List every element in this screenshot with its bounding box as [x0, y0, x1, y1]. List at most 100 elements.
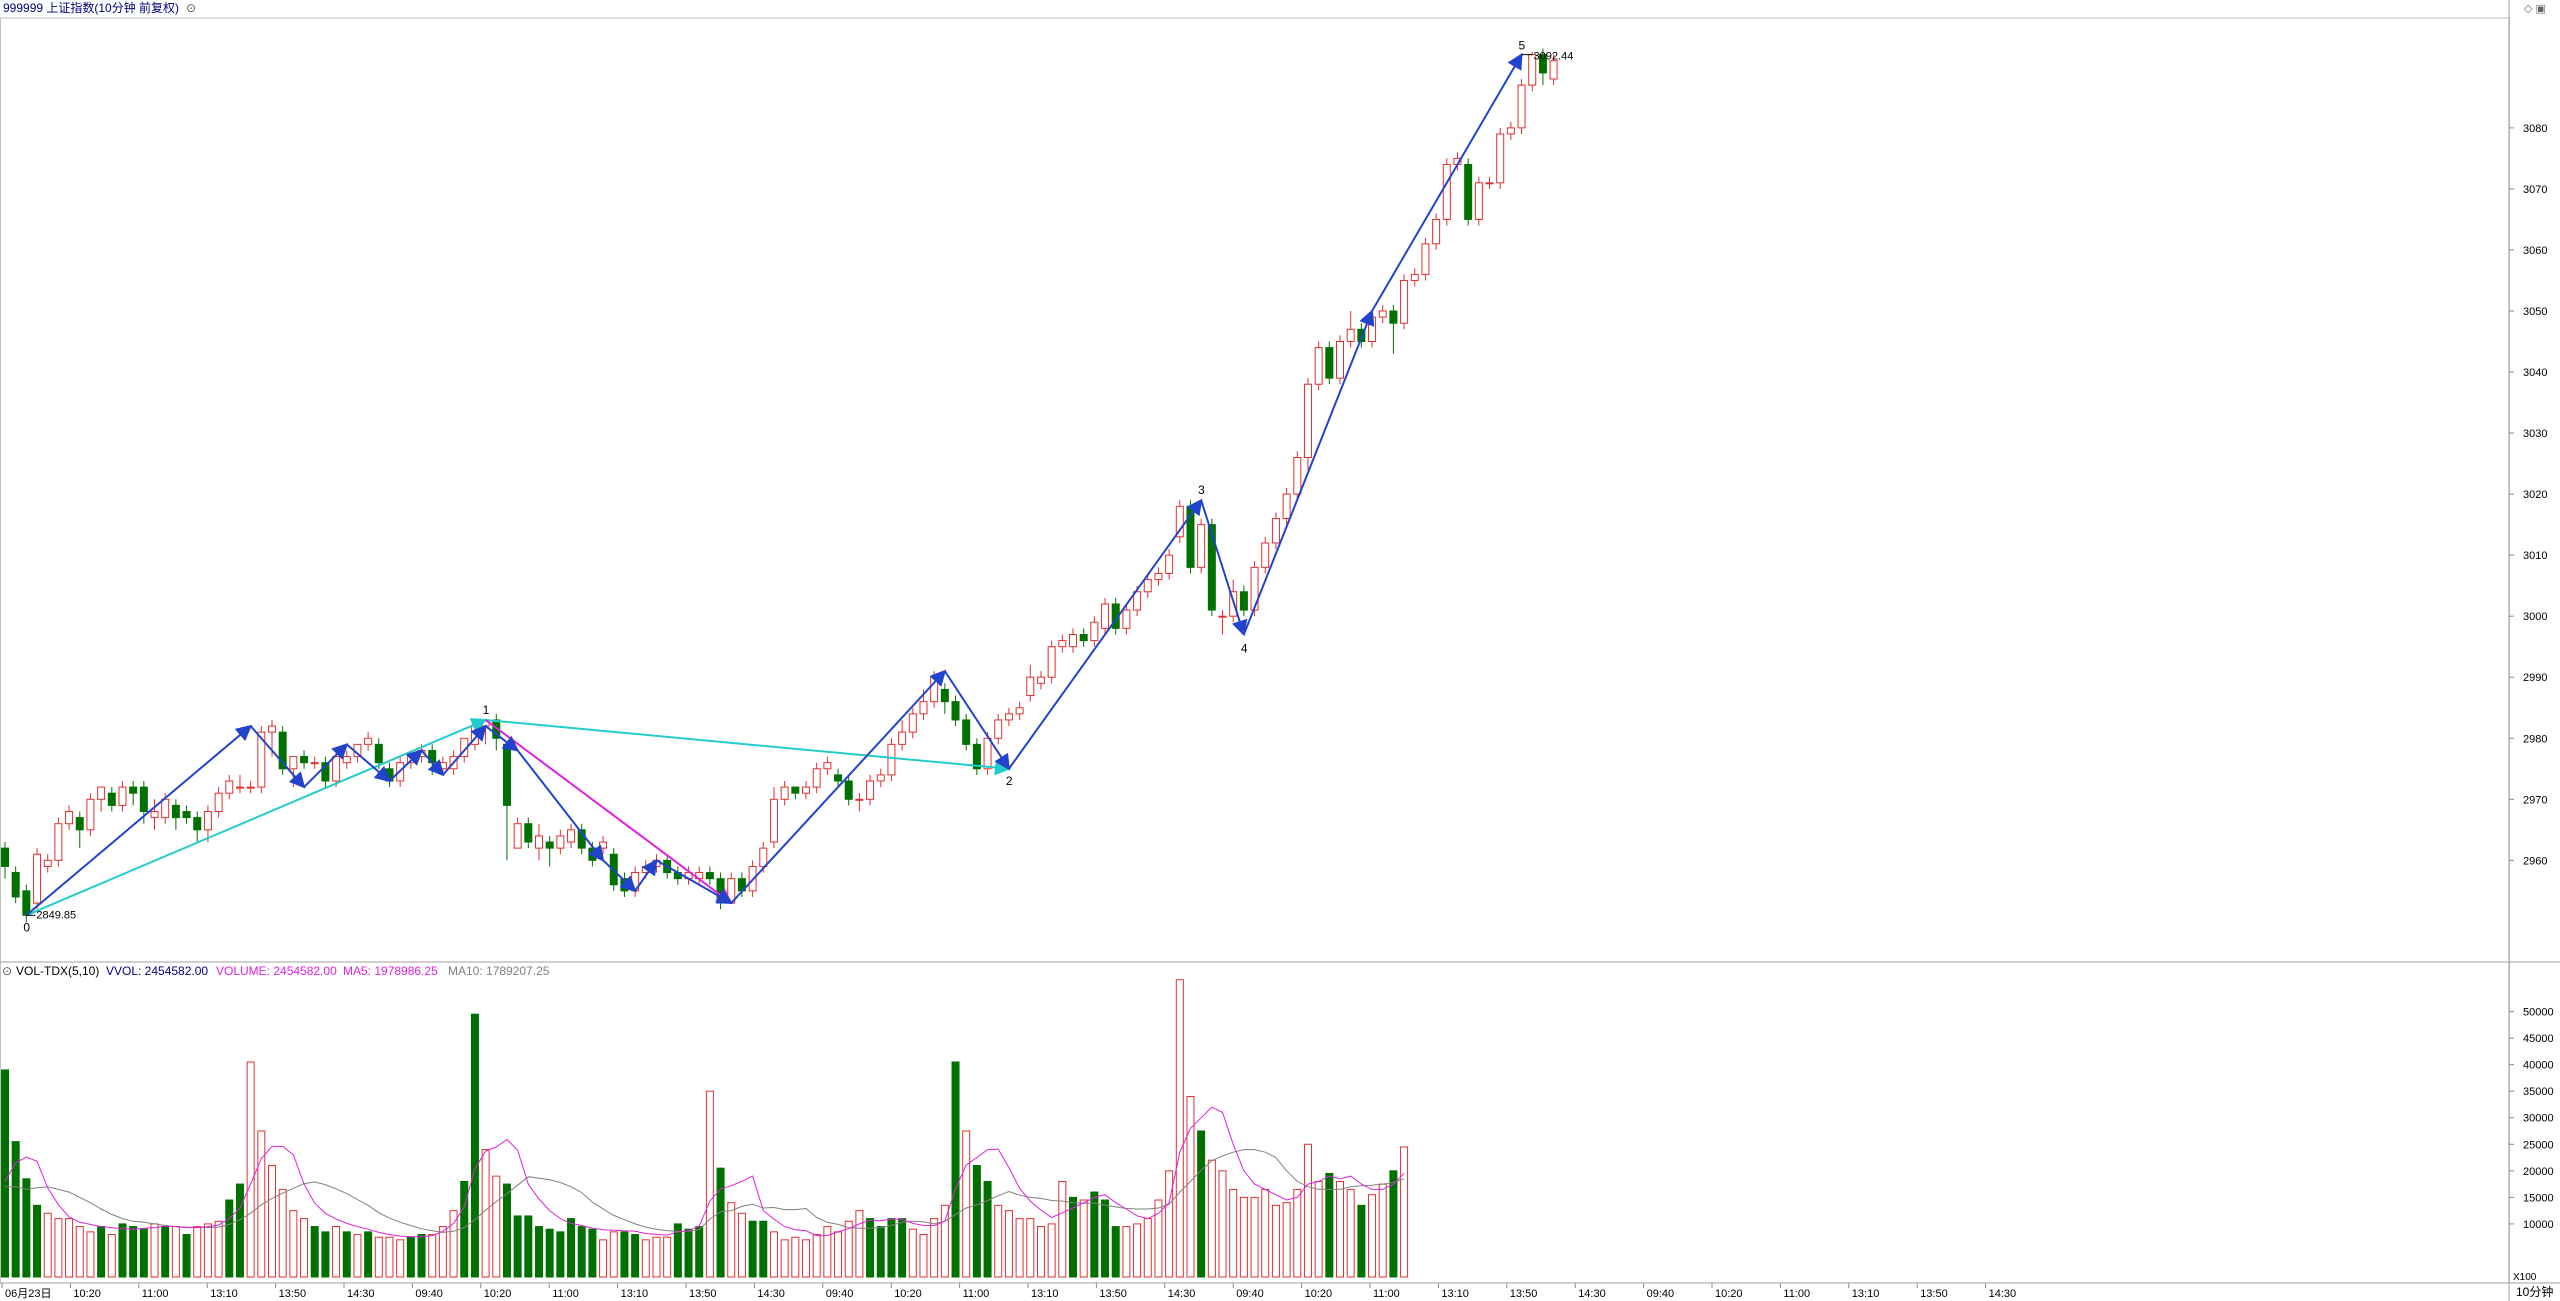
volume-bar — [257, 1130, 266, 1278]
volume-bar — [1111, 1226, 1120, 1278]
volume-bar — [129, 1226, 138, 1278]
candle-body — [289, 756, 298, 770]
time-tick-label: 11:00 — [1373, 1288, 1400, 1300]
volume-bar — [1271, 1204, 1280, 1278]
candle-body — [823, 762, 832, 770]
time-tick-label: 10:20 — [484, 1288, 512, 1300]
corner-icons[interactable]: ◇ ▣ — [2524, 3, 2546, 15]
candle-body — [1474, 182, 1483, 220]
candle-body — [171, 804, 180, 819]
wave-number-label: 3 — [1198, 483, 1205, 497]
candle-body — [1410, 273, 1419, 281]
candle-body — [1325, 347, 1334, 379]
volume-bars — [1, 979, 1409, 1278]
volume-bar — [43, 1212, 52, 1278]
candle-body — [332, 756, 341, 782]
time-tick-label: 09:40 — [1647, 1288, 1675, 1300]
candle-body — [1165, 554, 1174, 574]
candle-body — [1421, 243, 1430, 275]
header-collapse-icon[interactable]: ⊙ — [186, 1, 196, 15]
volume-bar — [769, 1231, 778, 1278]
volume-tick-label: 30000 — [2523, 1113, 2554, 1125]
time-tick-label: 09:40 — [826, 1288, 854, 1300]
volume-bar — [1314, 1180, 1323, 1278]
candle-body — [1336, 341, 1344, 379]
volume-bar — [1336, 1180, 1344, 1278]
volume-bar — [1389, 1170, 1398, 1278]
price-tick-label: 3030 — [2523, 428, 2547, 440]
price-tick-label: 3020 — [2523, 489, 2547, 501]
volume-bar — [470, 1013, 479, 1278]
volume-bar — [246, 1061, 255, 1278]
volume-bar — [1239, 1196, 1248, 1278]
volume-bar — [1207, 1159, 1216, 1278]
candle-body — [33, 853, 42, 904]
price-tick-label: 3040 — [2523, 367, 2547, 379]
volume-bar — [1004, 1210, 1013, 1278]
volume-bar — [1293, 1188, 1302, 1278]
candle-body — [834, 774, 843, 782]
price-tick-label: 3070 — [2523, 184, 2547, 196]
volume-bar — [289, 1210, 298, 1278]
header-title: 999999 上证指数(10分钟 前复权) — [3, 0, 179, 15]
volume-bar — [449, 1210, 458, 1278]
candle-body — [1197, 524, 1206, 568]
time-axis: 06月23日 10:20 11:00 13:10 13:50 14:30 09:40 10:2… — [1, 1283, 2016, 1300]
volume-bar — [759, 1220, 768, 1278]
volume-bar — [834, 1231, 843, 1278]
volume-bar — [214, 1220, 223, 1278]
volume-bar — [203, 1223, 212, 1278]
volume-collapse-icon[interactable]: ⊙ — [2, 964, 12, 978]
volume-bar — [791, 1236, 800, 1278]
volume-tick-label: 10000 — [2523, 1219, 2554, 1231]
candle-body — [1506, 127, 1515, 135]
volume-tick-label: 45000 — [2523, 1033, 2554, 1045]
wave-blue-segment — [442, 724, 487, 776]
volume-bar — [994, 1204, 1003, 1278]
candle-body — [214, 792, 223, 813]
candle-body — [567, 829, 576, 843]
volume-bar — [1015, 1218, 1024, 1278]
volume-bar — [513, 1215, 522, 1278]
volume-bar — [332, 1226, 341, 1278]
volume-bar — [1218, 1170, 1227, 1278]
volume-bar — [556, 1231, 565, 1278]
period-button[interactable]: 10分钟 — [2516, 1284, 2553, 1299]
volume-bar — [428, 1234, 437, 1278]
volume-bar — [631, 1234, 640, 1278]
time-tick-label: 06月23日 — [5, 1288, 51, 1300]
volume-bar — [737, 1212, 746, 1278]
volume-bar — [1186, 1095, 1195, 1278]
volume-bar — [620, 1231, 629, 1278]
volume-bar — [972, 1165, 981, 1278]
candle-body — [1058, 640, 1067, 648]
time-tick-label: 09:40 — [415, 1288, 443, 1300]
time-tick-label: 13:10 — [1852, 1288, 1880, 1300]
volume-bar — [1026, 1218, 1035, 1278]
volume-tick-label: 20000 — [2523, 1166, 2554, 1178]
candle-body — [545, 841, 554, 849]
candle-body — [1239, 591, 1248, 611]
candle-body — [86, 798, 95, 831]
candle-body — [1, 847, 9, 867]
candle-body — [75, 817, 84, 831]
candle-body — [994, 719, 1003, 739]
candle-body — [235, 786, 244, 789]
volume-bar — [1058, 1180, 1067, 1278]
volume-bar — [716, 1167, 725, 1278]
candle-body — [1047, 646, 1056, 678]
volume-bar — [65, 1218, 74, 1278]
volume-bar — [97, 1226, 106, 1278]
candle-body — [1517, 84, 1526, 129]
wave-blue-segment — [730, 669, 947, 904]
volume-bar — [695, 1226, 704, 1278]
volume-bar — [33, 1204, 42, 1278]
candle-body — [1090, 621, 1099, 642]
candle-body — [1389, 310, 1398, 324]
candle-body — [1069, 633, 1077, 648]
candle-body — [940, 688, 949, 703]
time-tick-label: 11:00 — [142, 1288, 169, 1300]
candle-body — [1549, 60, 1558, 80]
candle-body — [300, 756, 309, 764]
candle-body — [898, 731, 907, 745]
